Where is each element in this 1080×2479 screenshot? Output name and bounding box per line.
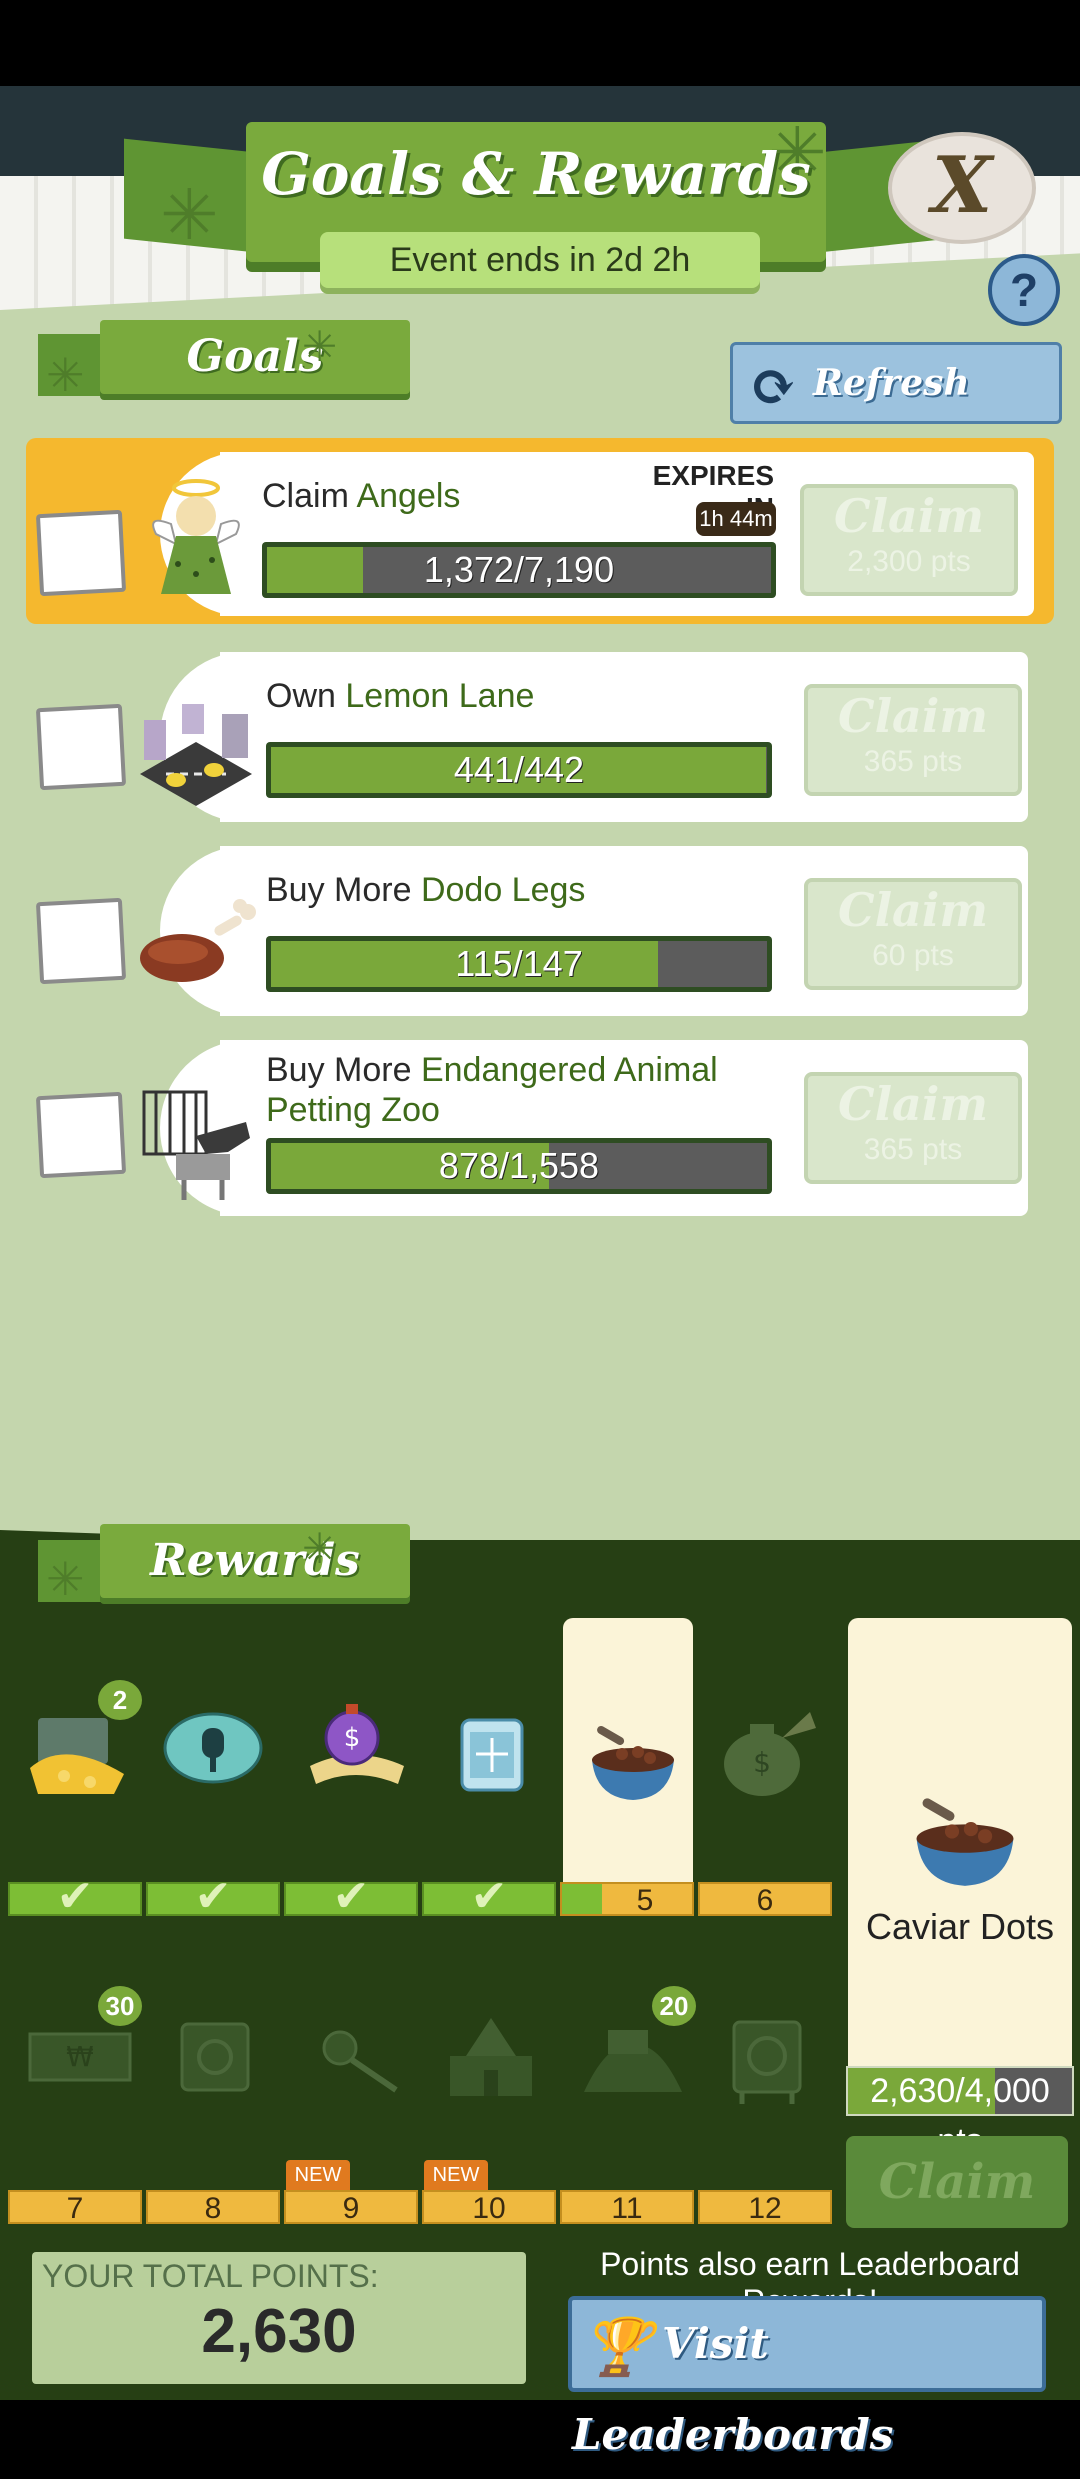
reward-count-badge: 2 (98, 1680, 142, 1720)
sparkle-icon: ✳ (46, 349, 85, 401)
check-icon: ✔ (194, 1872, 232, 1921)
popsicle-icon (158, 1696, 268, 1806)
safe-icon (160, 2000, 270, 2110)
goal-verb: Buy More (266, 1051, 421, 1089)
goal-progress-text: 115/147 (455, 943, 583, 984)
new-tag: NEW (424, 2160, 488, 2190)
help-button[interactable]: ? (988, 254, 1060, 326)
caviar-bowl-icon (900, 1770, 1030, 1900)
goal-target: Dodo Legs (420, 871, 586, 909)
goal-title-4: Buy More Endangered Animal Petting Zoo (266, 1050, 786, 1130)
goal-target: Lemon Lane (345, 677, 535, 715)
rewards-section-tab: Rewards (100, 1524, 410, 1598)
total-points-value: 2,630 (201, 2297, 357, 2366)
goal-target: Angels (356, 477, 461, 515)
refresh-goals-button[interactable]: ⟳Refresh Goals (730, 342, 1062, 483)
reward-slot: 9 (284, 2190, 418, 2225)
sparkle-icon: ✳ (302, 323, 338, 370)
goal-title-1: Claim Angels (262, 476, 460, 516)
money-bag-icon: $ (712, 1694, 822, 1804)
claim-label: Claim (837, 1077, 989, 1131)
goal-verb: Claim (262, 477, 357, 515)
reward-slot-complete: ✔ (8, 1875, 142, 1919)
caviar-bowl-icon (578, 1702, 688, 1812)
reward-slot: 8 (146, 2190, 280, 2225)
reward-slot-number: 6 (756, 1884, 774, 1917)
refresh-icon: ⟳ (748, 352, 798, 420)
total-points-label: YOUR TOTAL POINTS: (42, 2258, 379, 2294)
goal-verb: Own (266, 677, 346, 715)
goal-progress-bar-2: 441/442 (266, 742, 772, 798)
svg-text:$: $ (753, 1746, 771, 1779)
goal-checkbox-4[interactable] (35, 1091, 127, 1179)
status-bar (0, 0, 1080, 86)
ice-block-icon (436, 1696, 546, 1806)
check-icon: ✔ (332, 1872, 370, 1921)
claim-points: 365 pts (863, 745, 963, 778)
close-button[interactable]: X (888, 132, 1036, 244)
goal-progress-bar-4: 878/1,558 (266, 1138, 772, 1194)
angel-icon (136, 474, 256, 604)
claim-label: Claim (837, 883, 989, 937)
reward-slot: 11 (560, 2190, 694, 2225)
claim-label: Claim (837, 689, 989, 743)
reward-slot-current: 5 (560, 1882, 694, 1917)
reward-slot: 7 (8, 2190, 142, 2225)
goal-progress-bar-3: 115/147 (266, 936, 772, 992)
svg-text:$: $ (344, 1723, 361, 1753)
goal-progress-bar-1: 1,372/7,190 (262, 542, 776, 598)
reward-slot-complete: ✔ (146, 1875, 280, 1919)
reward-claim-button[interactable]: Claim (846, 2136, 1068, 2228)
reward-count-badge: 20 (652, 1986, 696, 2026)
goal-claim-button-3[interactable]: Claim 60 pts (804, 878, 1022, 990)
stopwatch-cash-icon: $ (300, 1694, 410, 1804)
claim-points: 2,300 pts (847, 545, 971, 578)
event-timer: Event ends in 2d 2h (320, 232, 760, 288)
goal-checkbox-2[interactable] (35, 703, 127, 791)
pot-icon (300, 2000, 410, 2110)
claim-label: Claim (833, 489, 985, 543)
reward-slot-complete: ✔ (284, 1875, 418, 1919)
mansion-icon (436, 2000, 546, 2110)
goal-checkbox-3[interactable] (35, 897, 127, 985)
new-tag: NEW (286, 2160, 350, 2190)
reward-slot: 12 (698, 2190, 832, 2225)
expires-time-badge: 1h 44m (696, 502, 776, 536)
reward-count-badge: 30 (98, 1986, 142, 2026)
reward-slot: 10 (422, 2190, 556, 2225)
page-title: Goals & Rewards (261, 140, 811, 208)
reward-slot-progress (562, 1884, 602, 1914)
petting-zoo-icon (136, 1076, 256, 1206)
goal-claim-button-2[interactable]: Claim 365 pts (804, 684, 1022, 796)
goals-section-tab: Goals (100, 320, 410, 394)
visit-leaderboards-button[interactable]: 🏆 Visit Leaderboards (568, 2296, 1046, 2459)
svg-text:₩: ₩ (66, 2040, 94, 2073)
reward-slot: 6 (698, 1882, 832, 1917)
dodo-leg-icon (136, 878, 256, 1008)
goal-claim-button-4[interactable]: Claim 365 pts (804, 1072, 1022, 1184)
goal-claim-button-1[interactable]: Claim 2,300 pts (800, 484, 1018, 596)
goal-progress-text: 1,372/7,190 (423, 549, 615, 590)
reward-slot-complete: ✔ (422, 1875, 556, 1919)
sparkle-icon: ✳ (160, 176, 219, 254)
goal-progress-text: 441/442 (453, 749, 585, 790)
trophy-icon: 🏆 (582, 2314, 652, 2380)
claim-points: 365 pts (863, 1133, 963, 1166)
claim-points: 60 pts (872, 939, 954, 972)
goal-checkbox-1[interactable] (35, 509, 127, 597)
check-icon: ✔ (56, 1872, 94, 1921)
goal-verb: Buy More (266, 871, 421, 909)
sparkle-icon: ✳ (302, 1525, 338, 1572)
goal-title-3: Buy More Dodo Legs (266, 870, 585, 910)
vault-icon (712, 2000, 822, 2110)
goal-title-2: Own Lemon Lane (266, 676, 534, 716)
sparkle-icon: ✳ (46, 1553, 85, 1605)
check-icon: ✔ (470, 1872, 508, 1921)
featured-progress-text: 2,630/4,000 pts (870, 2072, 1050, 2160)
lemon-lane-icon (136, 684, 256, 814)
featured-reward-name: Caviar Dots (865, 1906, 1055, 1947)
goal-progress-text: 878/1,558 (438, 1145, 600, 1186)
reward-slot-number: 5 (636, 1884, 654, 1917)
